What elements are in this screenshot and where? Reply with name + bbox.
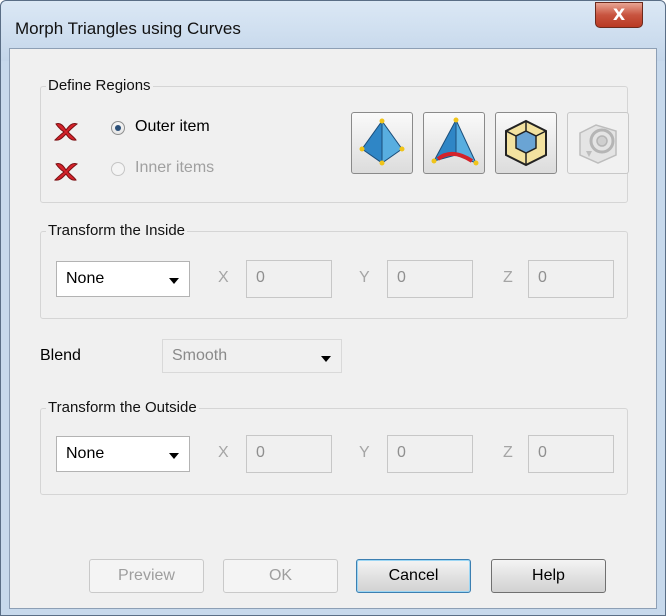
outside-mode-value: None bbox=[66, 445, 105, 462]
blend-label: Blend bbox=[40, 347, 81, 364]
inside-z-label: Z bbox=[503, 269, 513, 286]
inside-z-value: 0 bbox=[538, 269, 547, 286]
pyramid-curve-button[interactable] bbox=[423, 112, 485, 174]
preview-button[interactable]: Preview bbox=[89, 559, 204, 593]
blend-value: Smooth bbox=[172, 347, 228, 364]
outside-y-field[interactable]: 0 bbox=[387, 435, 473, 473]
outside-x-label: X bbox=[218, 444, 229, 461]
outside-z-field[interactable]: 0 bbox=[528, 435, 614, 473]
inside-x-value: 0 bbox=[256, 269, 265, 286]
inner-items-radio[interactable] bbox=[111, 162, 125, 176]
inside-y-label: Y bbox=[359, 269, 370, 286]
inside-x-label: X bbox=[218, 269, 229, 286]
outside-y-label: Y bbox=[359, 444, 370, 461]
radio-selected-dot bbox=[115, 125, 121, 131]
cube-box-icon bbox=[505, 119, 547, 167]
chevron-down-icon bbox=[169, 278, 179, 284]
pyramid-blue-icon bbox=[359, 118, 405, 166]
inside-mode-select[interactable]: None bbox=[56, 261, 190, 297]
dialog-window: Morph Triangles using Curves X Define Re… bbox=[0, 0, 666, 616]
blend-select[interactable]: Smooth bbox=[162, 339, 342, 373]
pyramid-blue-button[interactable] bbox=[351, 112, 413, 174]
target-gear-button[interactable] bbox=[567, 112, 629, 174]
cancel-button[interactable]: Cancel bbox=[356, 559, 471, 593]
inner-items-label[interactable]: Inner items bbox=[135, 159, 214, 177]
inside-y-field[interactable]: 0 bbox=[387, 260, 473, 298]
window-title: Morph Triangles using Curves bbox=[15, 19, 241, 38]
chevron-down-icon bbox=[169, 453, 179, 459]
outside-x-field[interactable]: 0 bbox=[246, 435, 332, 473]
define-regions-title: Define Regions bbox=[46, 77, 153, 94]
outer-status-x-icon bbox=[53, 123, 79, 141]
outside-mode-select[interactable]: None bbox=[56, 436, 190, 472]
transform-inside-title: Transform the Inside bbox=[46, 222, 187, 239]
transform-outside-title: Transform the Outside bbox=[46, 399, 199, 416]
target-gear-icon bbox=[579, 124, 617, 164]
dialog-client-area: Define Regions Outer item Inner items Tr… bbox=[9, 48, 657, 609]
outside-y-value: 0 bbox=[397, 444, 406, 461]
outside-z-value: 0 bbox=[538, 444, 547, 461]
inside-mode-value: None bbox=[66, 270, 105, 287]
help-button[interactable]: Help bbox=[491, 559, 606, 593]
outside-z-label: Z bbox=[503, 444, 513, 461]
outer-item-label[interactable]: Outer item bbox=[135, 118, 210, 136]
inside-z-field[interactable]: 0 bbox=[528, 260, 614, 298]
chevron-down-icon bbox=[321, 356, 331, 362]
inside-y-value: 0 bbox=[397, 269, 406, 286]
inside-x-field[interactable]: 0 bbox=[246, 260, 332, 298]
close-button[interactable]: X bbox=[595, 2, 643, 28]
outside-x-value: 0 bbox=[256, 444, 265, 461]
pyramid-red-curve-icon bbox=[431, 117, 479, 166]
cube-box-button[interactable] bbox=[495, 112, 557, 174]
outer-item-radio[interactable] bbox=[111, 121, 125, 135]
ok-button[interactable]: OK bbox=[223, 559, 338, 593]
inner-status-x-icon bbox=[53, 163, 79, 181]
